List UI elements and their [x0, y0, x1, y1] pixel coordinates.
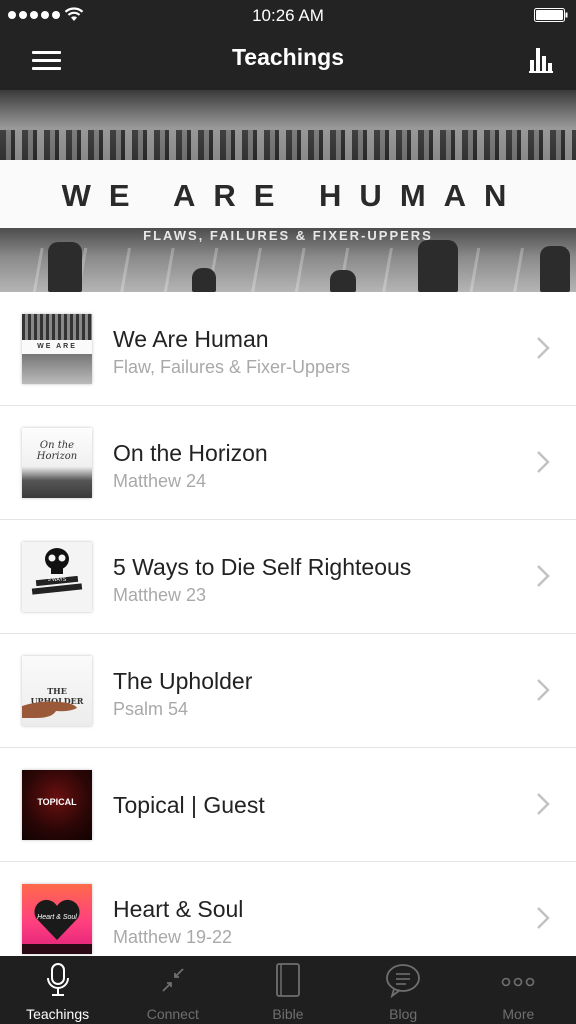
item-subtitle: Matthew 19-22 — [113, 927, 233, 947]
page-title: Teachings — [231, 44, 345, 70]
list-item[interactable]: TOPICAL Topical | Guest — [0, 748, 576, 862]
list-item[interactable]: 5 WAYS 5 Ways to Die Self Righteous Matt… — [0, 520, 576, 634]
chevron-right-icon — [537, 679, 550, 701]
tab-connect[interactable]: Connect — [115, 956, 230, 1024]
series-thumbnail: TOPICAL — [22, 770, 92, 840]
list-item[interactable]: On the Horizon On the Horizon Matthew 24 — [0, 406, 576, 520]
item-title: The Upholder — [113, 668, 253, 694]
item-title: We Are Human — [113, 326, 269, 352]
tab-bar: Teachings Connect Bible Blog More — [0, 956, 576, 1024]
tab-more[interactable]: More — [461, 956, 576, 1024]
hand-icon — [22, 701, 77, 718]
battery-icon — [534, 8, 568, 22]
navigation-bar: Teachings — [0, 30, 576, 90]
item-title: Heart & Soul — [113, 896, 244, 922]
item-title: On the Horizon — [113, 440, 268, 466]
list-item[interactable]: WE ARE HUMAN We Are Human Flaw, Failures… — [0, 292, 576, 406]
banner-subtitle: FLAWS, FAILURES & FIXER-UPPERS — [143, 228, 433, 243]
item-subtitle: Matthew 23 — [113, 585, 207, 605]
chevron-right-icon — [537, 907, 550, 929]
banner-title: WE ARE HUMAN — [61, 178, 525, 213]
chevron-right-icon — [537, 337, 550, 359]
tab-label: Blog — [389, 1006, 418, 1022]
banner-title-band: WE ARE HUMAN — [0, 160, 576, 228]
tab-label: Teachings — [26, 1006, 90, 1022]
tab-label: Bible — [272, 1006, 304, 1022]
banner-photo-top — [0, 90, 576, 160]
chevron-right-icon — [537, 451, 550, 473]
series-thumbnail: 5 WAYS — [22, 542, 92, 612]
book-icon — [276, 963, 300, 997]
bar-chart-icon[interactable] — [522, 44, 558, 76]
item-subtitle: Flaw, Failures & Fixer-Uppers — [113, 357, 351, 377]
tab-blog[interactable]: Blog — [346, 956, 461, 1024]
series-thumbnail: On the Horizon — [22, 428, 92, 498]
item-title: 5 Ways to Die Self Righteous — [113, 554, 412, 580]
connect-arrows-icon — [162, 968, 184, 992]
teachings-list: WE ARE HUMAN We Are Human Flaw, Failures… — [0, 292, 576, 976]
item-title: Topical | Guest — [113, 792, 265, 818]
status-time: 10:26 AM — [252, 6, 324, 25]
tab-bible[interactable]: Bible — [230, 956, 345, 1024]
banner-photo-bottom: FLAWS, FAILURES & FIXER-UPPERS — [0, 228, 576, 292]
chat-bubble-icon — [386, 964, 421, 998]
more-dots-icon — [502, 977, 535, 987]
series-thumbnail: THE UPHOLDER — [22, 656, 92, 726]
series-thumbnail: WE ARE HUMAN — [22, 314, 92, 384]
tab-teachings[interactable]: Teachings — [0, 956, 115, 1024]
tab-label: More — [502, 1006, 535, 1022]
list-item[interactable]: THE UPHOLDER The Upholder Psalm 54 — [0, 634, 576, 748]
item-subtitle: Matthew 24 — [113, 471, 207, 491]
chevron-right-icon — [537, 565, 550, 587]
microphone-icon — [46, 963, 69, 996]
series-thumbnail: Heart & Soul — [22, 884, 92, 954]
chevron-right-icon — [537, 793, 550, 815]
tab-label: Connect — [146, 1006, 199, 1022]
featured-series-banner[interactable]: WE ARE HUMAN FLAWS, FAILURES & FIXER-UPP… — [0, 90, 576, 292]
status-bar: 10:26 AM — [0, 0, 576, 30]
item-subtitle: Psalm 54 — [113, 699, 189, 719]
